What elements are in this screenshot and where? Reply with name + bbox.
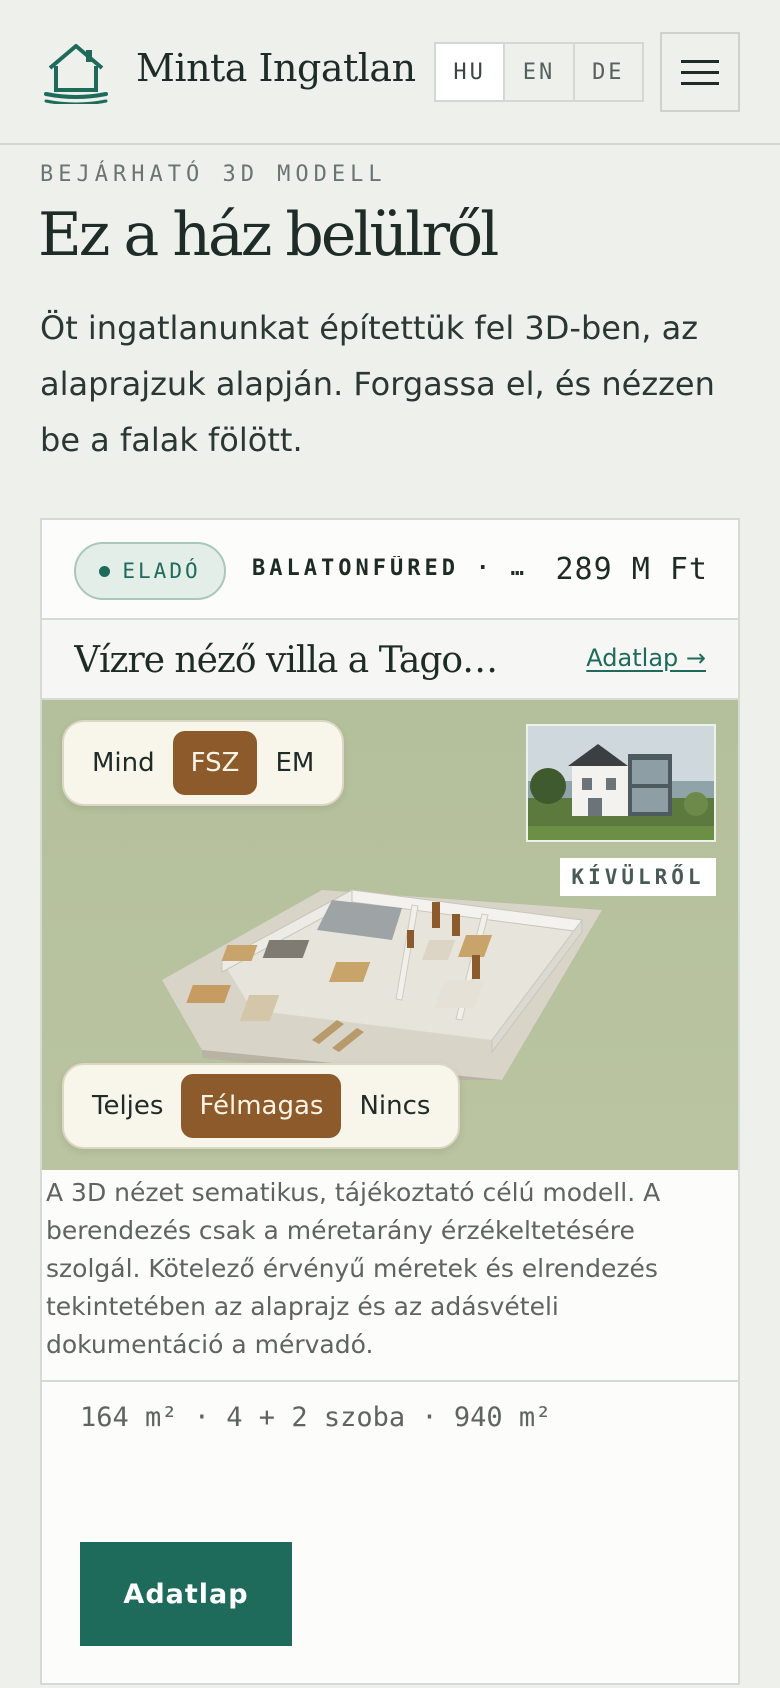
exterior-photo-label[interactable]: KÍVÜLRŐL	[560, 858, 716, 896]
lead-paragraph: Öt ingatlanunkat építettük fel 3D-ben, a…	[40, 309, 715, 459]
listing-title[interactable]: Vízre néző villa a Tagore…	[74, 640, 514, 681]
section-eyebrow: BEJÁRHATÓ 3D MODELL	[40, 162, 387, 187]
floor-option-ground[interactable]: FSZ	[172, 731, 258, 795]
model-disclaimer: A 3D nézet sematikus, tájékoztató célú m…	[46, 1178, 661, 1359]
lang-de[interactable]: DE	[575, 44, 642, 100]
datasheet-link[interactable]: Adatlap →	[586, 644, 706, 672]
exterior-photo-thumbnail[interactable]	[526, 724, 716, 842]
wall-height-filter: Teljes Félmagas Nincs	[62, 1063, 461, 1149]
listing-meta-row: ELADÓ BALATONFÜRED · … 289 M Ft	[42, 520, 738, 620]
menu-icon	[681, 59, 719, 63]
status-label: ELADÓ	[122, 559, 201, 583]
language-switcher: HU EN DE	[434, 42, 644, 102]
listing-title-row: Vízre néző villa a Tagore… Adatlap →	[42, 620, 738, 700]
house-logo-icon[interactable]	[42, 40, 110, 106]
menu-icon-bar	[681, 81, 719, 85]
listing-location: BALATONFÜRED · …	[252, 556, 528, 581]
datasheet-button[interactable]: Adatlap	[80, 1542, 292, 1646]
page-title: Ez a ház belülről	[38, 200, 499, 270]
site-header: Minta Ingatlan HU EN DE	[0, 0, 780, 145]
floor-option-all[interactable]: Mind	[74, 731, 173, 795]
listing-specs: 164 m² · 4 + 2 szoba · 940 m²	[80, 1402, 552, 1433]
status-dot-icon	[99, 565, 111, 577]
floor-option-upper[interactable]: EM	[257, 731, 332, 795]
lang-hu[interactable]: HU	[436, 44, 506, 100]
wall-option-half[interactable]: Félmagas	[181, 1074, 342, 1138]
card-divider	[42, 1380, 738, 1382]
listing-card: ELADÓ BALATONFÜRED · … 289 M Ft Vízre né…	[40, 518, 740, 1685]
lang-en[interactable]: EN	[505, 44, 575, 100]
status-badge: ELADÓ	[74, 542, 226, 600]
floor-filter: Mind FSZ EM	[62, 720, 345, 806]
3d-model-viewer[interactable]: Mind FSZ EM KÍVÜLRŐL Teljes Félmagas Nin…	[42, 700, 738, 1170]
wall-option-full[interactable]: Teljes	[74, 1074, 181, 1138]
3d-floorplan-model[interactable]	[162, 850, 602, 1080]
listing-price: 289 M Ft	[555, 552, 708, 587]
menu-icon-bar	[681, 70, 719, 74]
brand-name[interactable]: Minta Ingatlan	[136, 46, 416, 90]
wall-option-none[interactable]: Nincs	[341, 1074, 448, 1138]
hamburger-menu-button[interactable]	[660, 32, 740, 112]
